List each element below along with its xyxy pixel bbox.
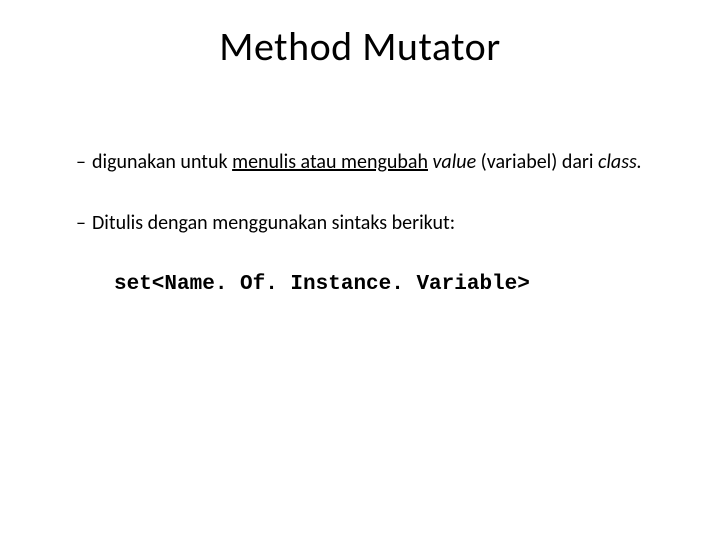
text-plain: (variabel) dari — [476, 150, 598, 174]
slide-title: Method Mutator — [0, 22, 720, 71]
code-syntax: set<Name. Of. Instance. Variable> — [114, 272, 670, 298]
text-italic: class. — [598, 150, 642, 174]
bullet-dash: – — [76, 211, 86, 236]
slide: Method Mutator – digunakan untuk menulis… — [0, 0, 720, 540]
bullet-1: – digunakan untuk menulis atau mengubah … — [76, 150, 670, 175]
bullet-1-text: digunakan untuk menulis atau mengubah va… — [92, 150, 670, 175]
text-plain: digunakan untuk — [92, 150, 232, 174]
text-underlined: menulis atau mengubah — [232, 150, 428, 174]
text-italic: value — [433, 150, 477, 174]
bullet-2: – Ditulis dengan menggunakan sintaks ber… — [76, 211, 670, 236]
bullet-dash: – — [76, 150, 86, 175]
bullet-2-text: Ditulis dengan menggunakan sintaks berik… — [92, 211, 670, 236]
slide-body: – digunakan untuk menulis atau mengubah … — [76, 150, 670, 298]
